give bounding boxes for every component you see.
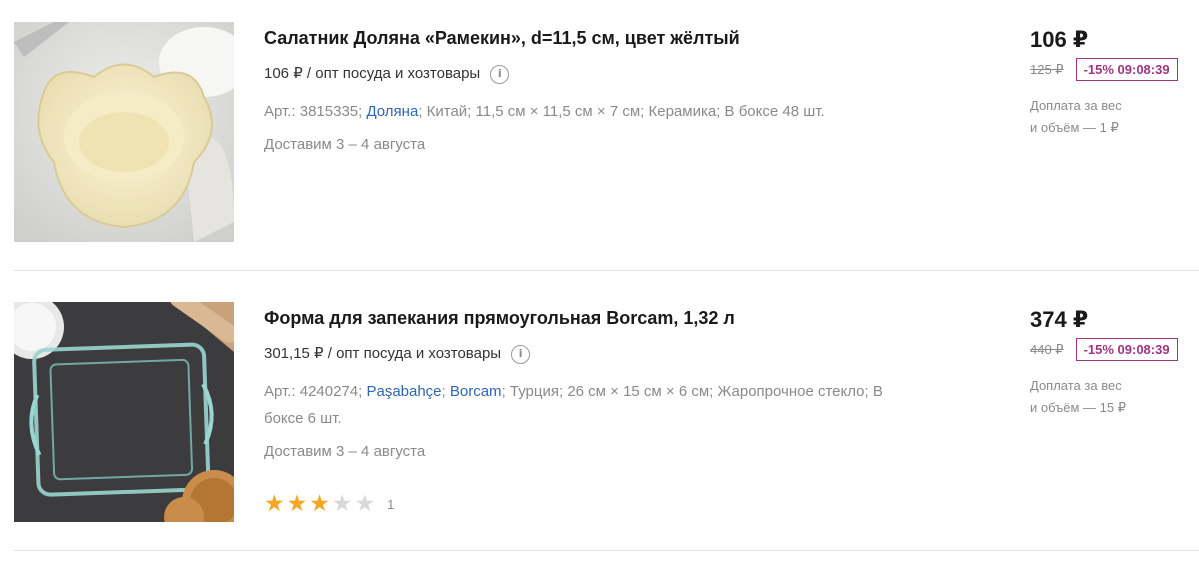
rating[interactable]: ★ ★ ★ ★ ★ 1 xyxy=(264,493,394,516)
product-title[interactable]: Форма для запекания прямоугольная Borcam… xyxy=(264,306,964,330)
product-attributes: Арт.: 3815335; Доляна; Китай; 11,5 см × … xyxy=(264,98,924,125)
surcharge-line-1: Доплата за вес xyxy=(1030,378,1122,393)
unit-price: 301,15 ₽ / опт посуда и хозтовары xyxy=(264,345,502,362)
discount-badge: -15% 09:08:39 xyxy=(1075,58,1178,81)
product-info: Форма для запекания прямоугольная Borcam… xyxy=(264,306,964,462)
product-card: Салатник Доляна «Рамекин», d=11,5 см, цв… xyxy=(0,0,1199,270)
product-title[interactable]: Салатник Доляна «Рамекин», d=11,5 см, цв… xyxy=(264,26,964,50)
price: 374 ₽ xyxy=(1030,307,1089,332)
unit-price-line: 301,15 ₽ / опт посуда и хозтовары i xyxy=(264,344,964,364)
article: Арт.: 3815335; xyxy=(264,103,367,120)
brand-link[interactable]: Borcam xyxy=(450,383,502,400)
unit-price: 106 ₽ / опт посуда и хозтовары xyxy=(264,65,481,82)
star-icon: ★ xyxy=(264,491,285,517)
surcharge-line-2: и объём — 1 ₽ xyxy=(1030,120,1119,135)
divider xyxy=(14,270,1199,271)
unit-price-line: 106 ₽ / опт посуда и хозтовары i xyxy=(264,64,964,84)
brand-link[interactable]: Paşabahçe xyxy=(366,383,441,400)
surcharge-note: Доплата за вес и объём — 1 ₽ xyxy=(1030,95,1190,139)
attributes-rest: ; Китай; 11,5 см × 11,5 см × 7 см; Керам… xyxy=(418,103,825,120)
old-price-row: 440 ₽ -15% 09:08:39 xyxy=(1030,338,1190,361)
star-icon: ★ xyxy=(331,491,353,517)
surcharge-line-2: и объём — 15 ₽ xyxy=(1030,400,1126,415)
product-attributes: Арт.: 4240274; Paşabahçe; Borcam; Турция… xyxy=(264,378,924,432)
delivery-info: Доставим 3 – 4 августа xyxy=(264,136,426,153)
star-icon: ★ xyxy=(354,491,376,517)
old-price: 125 ₽ xyxy=(1030,61,1064,77)
info-circle-icon[interactable]: i xyxy=(490,64,510,84)
star-icon: ★ xyxy=(286,491,308,517)
rating-count[interactable]: 1 xyxy=(387,497,394,512)
product-image[interactable] xyxy=(14,302,234,522)
article: Арт.: 4240274; xyxy=(264,383,367,400)
product-image[interactable] xyxy=(14,22,234,242)
delivery-info: Доставим 3 – 4 августа xyxy=(264,443,426,460)
price: 106 ₽ xyxy=(1030,27,1089,52)
old-price: 440 ₽ xyxy=(1030,341,1064,357)
discount-badge: -15% 09:08:39 xyxy=(1075,338,1178,361)
surcharge-line-1: Доплата за вес xyxy=(1030,98,1122,113)
price-block: 106 ₽ 125 ₽ -15% 09:08:39 Доплата за вес… xyxy=(1030,26,1190,139)
brand-link[interactable]: Доляна xyxy=(366,103,418,120)
surcharge-note: Доплата за вес и объём — 15 ₽ xyxy=(1030,375,1190,419)
info-circle-icon[interactable]: i xyxy=(511,344,531,364)
separator: ; xyxy=(441,383,450,400)
price-block: 374 ₽ 440 ₽ -15% 09:08:39 Доплата за вес… xyxy=(1030,306,1190,419)
divider xyxy=(14,550,1199,551)
product-info: Салатник Доляна «Рамекин», d=11,5 см, цв… xyxy=(264,26,964,155)
star-icon: ★ xyxy=(309,491,330,517)
old-price-row: 125 ₽ -15% 09:08:39 xyxy=(1030,58,1190,81)
product-card: Форма для запекания прямоугольная Borcam… xyxy=(0,280,1199,550)
